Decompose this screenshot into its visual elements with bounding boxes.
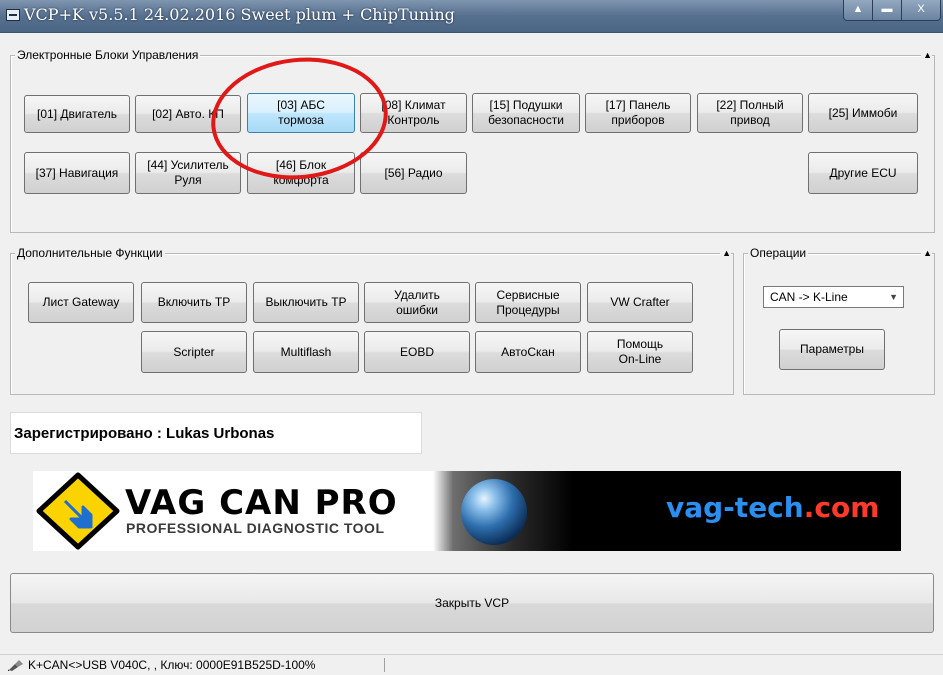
banner-url: vag-tech.com: [666, 491, 879, 524]
system-menu-icon[interactable]: [6, 9, 20, 21]
ecu-button-power-steering[interactable]: [44] Усилитель Руля: [135, 152, 241, 194]
operations-group: Операции ▲: [743, 246, 935, 395]
ecu-button-airbags[interactable]: [15] Подушки безопасности: [472, 93, 580, 133]
minimize-button[interactable]: ▲: [843, 0, 873, 21]
ecu-group: Электронные Блоки Управления ▲: [10, 48, 935, 233]
operations-group-title: Операции: [748, 246, 809, 260]
vw-crafter-button[interactable]: VW Crafter: [587, 282, 693, 323]
banner-url-name: vag-tech: [666, 491, 804, 524]
close-vcp-button[interactable]: Закрыть VCP: [10, 573, 934, 633]
window-title: VCP+K v5.5.1 24.02.2016 Sweet plum + Chi…: [24, 5, 455, 24]
ecu-button-navigation[interactable]: [37] Навигация: [24, 152, 130, 194]
status-bar: K+CAN<>USB V040C, , Ключ: 0000E91B525D-1…: [0, 654, 943, 675]
banner-tagline: PROFESSIONAL DIAGNOSTIC TOOL: [126, 520, 385, 536]
usb-plug-icon: [8, 660, 23, 671]
registration-text: Зарегистрировано : Lukas Urbonas: [14, 425, 275, 442]
close-window-button[interactable]: X: [901, 0, 941, 21]
disable-transport-mode-button[interactable]: Выключить ТР: [253, 282, 359, 323]
ecu-button-all-wheel-drive[interactable]: [22] Полный привод: [697, 93, 803, 133]
vag-can-pro-logo-icon: [36, 472, 120, 550]
extra-functions-group-title: Дополнительные Функции: [15, 246, 165, 260]
enable-transport-mode-button[interactable]: Включить ТР: [141, 282, 247, 323]
ecu-button-climate-control[interactable]: [08] Климат Контроль: [360, 93, 467, 133]
banner-url-tld: .com: [803, 491, 880, 524]
ecu-group-collapse-icon[interactable]: ▲: [921, 48, 932, 62]
protocol-select[interactable]: CAN -> K-Line ▼: [763, 286, 904, 308]
ecu-button-comfort[interactable]: [46] Блок комфорта: [247, 152, 355, 194]
online-help-button[interactable]: Помощь On-Line: [587, 331, 693, 373]
extra-functions-collapse-icon[interactable]: ▲: [720, 246, 731, 260]
ecu-group-title: Электронные Блоки Управления: [15, 48, 201, 62]
ecu-button-engine[interactable]: [01] Двигатель: [24, 95, 130, 133]
globe-icon: [461, 479, 527, 545]
extra-functions-group: Дополнительные Функции ▲: [10, 246, 734, 395]
ecu-button-radio[interactable]: [56] Радио: [360, 152, 467, 194]
ecu-button-auto-transmission[interactable]: [02] Авто. КП: [135, 95, 241, 133]
gateway-list-button[interactable]: Лист Gateway: [28, 282, 134, 323]
operations-collapse-icon[interactable]: ▲: [921, 246, 932, 260]
status-text: K+CAN<>USB V040C, , Ключ: 0000E91B525D-1…: [28, 658, 316, 672]
ecu-button-other-ecu[interactable]: Другие ECU: [808, 152, 918, 194]
ecu-button-instrument-panel[interactable]: [17] Панель приборов: [585, 93, 691, 133]
ecu-button-abs-brakes[interactable]: [03] АБС тормоза: [247, 93, 355, 133]
status-separator: [384, 658, 385, 672]
scripter-button[interactable]: Scripter: [141, 331, 247, 373]
clear-faults-button[interactable]: Удалить ошибки: [364, 282, 470, 323]
multiflash-button[interactable]: Multiflash: [253, 331, 359, 373]
eobd-button[interactable]: EOBD: [364, 331, 470, 373]
maximize-button[interactable]: ▬: [872, 0, 902, 21]
registration-box: Зарегистрировано : Lukas Urbonas: [10, 412, 422, 454]
title-bar: VCP+K v5.5.1 24.02.2016 Sweet plum + Chi…: [0, 0, 943, 33]
vag-can-pro-banner: VAG CAN PRO PROFESSIONAL DIAGNOSTIC TOOL…: [33, 471, 901, 551]
protocol-select-value: CAN -> K-Line: [770, 290, 848, 304]
parameters-button[interactable]: Параметры: [779, 329, 885, 370]
banner-brand: VAG CAN PRO: [125, 483, 398, 523]
service-procedures-button[interactable]: Сервисные Процедуры: [475, 282, 581, 323]
chevron-down-icon[interactable]: ▼: [889, 287, 898, 307]
ecu-button-immobilizer[interactable]: [25] Иммоби: [808, 93, 918, 133]
autoscan-button[interactable]: АвтоСкан: [475, 331, 581, 373]
